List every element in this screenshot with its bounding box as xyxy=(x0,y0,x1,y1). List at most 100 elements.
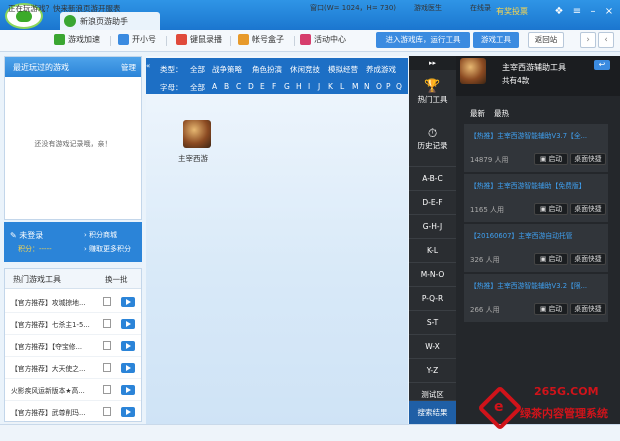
category-letters[interactable]: Y-Z xyxy=(409,358,456,382)
letter-option[interactable]: A xyxy=(212,82,217,91)
start-button[interactable]: ▣ 启动 xyxy=(534,303,568,315)
manage-link[interactable]: 管理 xyxy=(121,62,136,73)
tool-title-link[interactable]: 【热推】主宰西游智能辅助【免费版】 xyxy=(470,180,604,190)
forward-arrow-icon[interactable]: › xyxy=(580,32,596,48)
letter-option[interactable]: P xyxy=(386,82,391,91)
app-tab[interactable]: 新浪页游助手 xyxy=(60,12,160,30)
type-option[interactable]: 养成游戏 xyxy=(366,64,406,75)
toolbar-account-box[interactable]: 帐号盒子 xyxy=(238,34,284,48)
desktop-shortcut-button[interactable]: 桌面快捷 xyxy=(570,203,606,215)
enter-game-library-button[interactable]: 进入游戏库，运行工具 xyxy=(376,32,470,48)
letter-option[interactable]: J xyxy=(318,82,320,91)
toolbar-events[interactable]: 活动中心 xyxy=(300,34,346,48)
detail-icon[interactable] xyxy=(103,407,111,416)
play-icon[interactable] xyxy=(121,363,135,373)
category-letters[interactable]: K-L xyxy=(409,238,456,262)
status-message[interactable]: 正在玩游戏？快来新浪页游开服表 xyxy=(8,3,121,14)
return-icon[interactable]: ↩ xyxy=(594,60,610,70)
play-icon[interactable] xyxy=(121,319,135,329)
desktop-shortcut-button[interactable]: 桌面快捷 xyxy=(570,153,606,165)
hot-tool-row[interactable]: 火影疾风运新版本★高... xyxy=(5,379,141,401)
tool-panel-title: 主宰西游辅助工具 xyxy=(502,63,566,72)
desktop-shortcut-button[interactable]: 桌面快捷 xyxy=(570,253,606,265)
type-option[interactable]: 角色扮演 xyxy=(252,64,282,75)
toolbar-game-accel[interactable]: 游戏加速 xyxy=(54,34,100,48)
menu-icon[interactable]: ≡ xyxy=(570,6,584,18)
hot-tool-row[interactable]: 【官方推荐】武尊削玛... xyxy=(5,401,141,423)
letter-option[interactable]: D xyxy=(248,82,254,91)
category-letters[interactable]: W-X xyxy=(409,334,456,358)
letter-option[interactable]: C xyxy=(236,82,241,91)
hot-tool-row[interactable]: 【官方推荐】大天使之... xyxy=(5,357,141,379)
collapse-arrow-icon[interactable]: « xyxy=(146,62,156,70)
online-record-link[interactable]: 在线录 xyxy=(470,3,491,13)
start-button[interactable]: ▣ 启动 xyxy=(534,203,568,215)
hot-tool-row[interactable]: 【官方推荐】【夺宝修... xyxy=(5,335,141,357)
letter-option[interactable]: E xyxy=(260,82,265,91)
sort-newest-tab[interactable]: 最新 xyxy=(470,108,485,119)
detail-icon[interactable] xyxy=(103,341,111,350)
expand-arrow-icon[interactable]: ▸▸ xyxy=(409,56,456,70)
category-letters[interactable]: G-H-J xyxy=(409,214,456,238)
start-button[interactable]: ▣ 启动 xyxy=(534,153,568,165)
hot-tool-row[interactable]: 【官方推荐】攻城掠地... xyxy=(5,291,141,313)
skin-icon[interactable]: ❖ xyxy=(552,6,566,18)
letter-option[interactable]: G xyxy=(284,82,290,91)
tool-title-link[interactable]: 【20160607】主宰西游自动托管 xyxy=(470,230,604,240)
type-option[interactable]: 战争策略 xyxy=(212,64,242,75)
letter-option[interactable]: N xyxy=(364,82,370,91)
history-tab[interactable]: ⏱ 历史记录 xyxy=(409,126,456,151)
tool-title-link[interactable]: 【热推】主宰西游智能辅助V3.7【全... xyxy=(470,130,604,140)
refresh-batch-link[interactable]: 换一批 xyxy=(105,274,128,285)
category-letters[interactable]: P-Q-R xyxy=(409,286,456,310)
toolbar-recorder[interactable]: 键鼠录播 xyxy=(176,34,222,48)
detail-icon[interactable] xyxy=(103,363,111,372)
letter-option[interactable]: O xyxy=(376,82,382,91)
category-letters[interactable]: M-N-O xyxy=(409,262,456,286)
category-letters[interactable]: S-T xyxy=(409,310,456,334)
detail-icon[interactable] xyxy=(103,297,111,306)
hot-tool-row[interactable]: 【官方推荐】七杀主1-5... xyxy=(5,313,141,335)
letter-option[interactable]: M xyxy=(352,82,358,91)
play-icon[interactable] xyxy=(121,297,135,307)
tool-title-link[interactable]: 【热推】主宰西游智能辅助V3.2【限... xyxy=(470,280,604,290)
play-icon[interactable] xyxy=(121,341,135,351)
back-arrow-icon[interactable]: ‹ xyxy=(598,32,614,48)
sort-hottest-tab[interactable]: 最热 xyxy=(494,108,509,119)
promo-link[interactable]: 有奖投票 xyxy=(496,6,528,17)
start-button[interactable]: ▣ 启动 xyxy=(534,253,568,265)
letter-option[interactable]: F xyxy=(272,82,276,91)
earn-points-link[interactable]: › 赚取更多积分 xyxy=(84,244,131,254)
category-letters[interactable]: D-E-F xyxy=(409,190,456,214)
letter-option[interactable]: Q xyxy=(396,82,402,91)
letter-option[interactable]: 全部 xyxy=(190,82,205,93)
game-name[interactable]: 主宰西游 xyxy=(178,153,208,164)
search-results-tab[interactable]: 搜索结果 xyxy=(409,400,456,424)
game-doctor-link[interactable]: 游戏医生 xyxy=(414,3,442,13)
letter-option[interactable]: L xyxy=(340,82,344,91)
play-icon[interactable] xyxy=(121,385,135,395)
detail-icon[interactable] xyxy=(103,319,111,328)
hot-tools-tab[interactable]: 🏆 热门工具 xyxy=(409,80,456,105)
points-mall-link[interactable]: › 积分商城 xyxy=(84,230,117,240)
game-thumbnail[interactable] xyxy=(183,120,211,148)
detail-icon[interactable] xyxy=(103,385,111,394)
minimize-icon[interactable]: – xyxy=(586,6,600,18)
divider xyxy=(230,36,231,46)
type-option[interactable]: 休闲竞技 xyxy=(290,64,320,75)
close-icon[interactable]: × xyxy=(602,6,616,18)
toolbar-multi-account[interactable]: 开小号 xyxy=(118,34,156,48)
game-tools-button[interactable]: 游戏工具 xyxy=(473,32,519,48)
letter-option[interactable]: B xyxy=(224,82,229,91)
type-option[interactable]: 全部 xyxy=(190,64,205,75)
letter-option[interactable]: K xyxy=(328,82,333,91)
login-link[interactable]: ✎ 未登录 xyxy=(10,230,43,241)
type-option[interactable]: 模拟经营 xyxy=(328,64,358,75)
game-library-area xyxy=(146,56,408,424)
play-icon[interactable] xyxy=(121,407,135,417)
desktop-shortcut-button[interactable]: 桌面快捷 xyxy=(570,303,606,315)
category-letters[interactable]: A-B-C xyxy=(409,166,456,190)
return-site-button[interactable]: 返回站 xyxy=(528,32,564,48)
letter-option[interactable]: H xyxy=(296,82,302,91)
letter-option[interactable]: I xyxy=(308,82,310,91)
